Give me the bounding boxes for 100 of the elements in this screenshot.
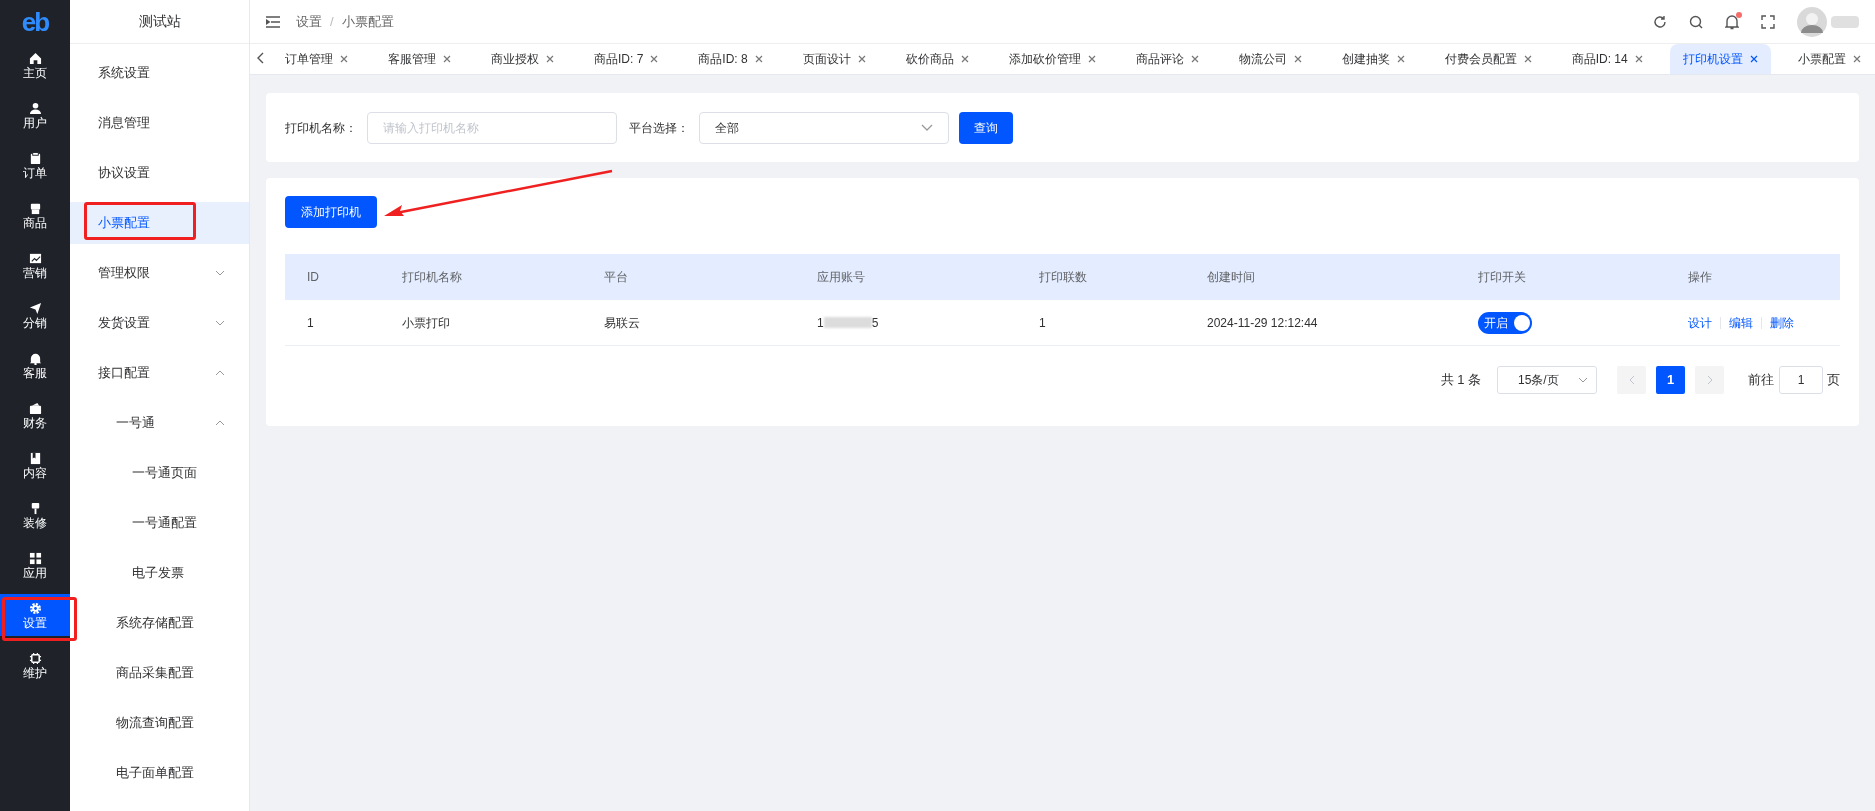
sidebar-item[interactable]: 接口配置 [70, 352, 249, 394]
bell-icon[interactable] [1725, 13, 1739, 30]
breadcrumb-item: 小票配置 [341, 12, 394, 31]
tab[interactable]: 商业授权 [478, 44, 567, 74]
close-icon[interactable] [1523, 55, 1532, 63]
breadcrumb-item[interactable]: 设置 [296, 11, 322, 32]
action-link[interactable]: 设计 [1688, 313, 1712, 332]
sidebar-item[interactable]: 物流查询配置 [70, 702, 249, 744]
chip-icon [28, 651, 42, 665]
shop-icon [28, 201, 42, 215]
nav-item[interactable]: 内容 [0, 444, 70, 486]
table-cell-text: 2024-11-29 12:12:44 [1206, 314, 1319, 332]
sidebar-item[interactable]: 管理权限 [70, 252, 249, 294]
table-cell-text: 1 [817, 314, 824, 332]
tab[interactable]: 商品ID: 7 [581, 44, 672, 74]
platform-select[interactable]: 全部 [699, 111, 949, 144]
close-icon[interactable] [1852, 55, 1861, 63]
tab[interactable]: 页面设计 [789, 44, 879, 74]
query-button[interactable]: 查询 [959, 111, 1013, 144]
nav-item[interactable]: 客服 [0, 344, 70, 386]
sidebar-item[interactable]: 商品采集配置 [70, 652, 249, 694]
sidebar-item[interactable]: 一号通配置 [70, 502, 249, 544]
column-header: 平台 [603, 269, 629, 286]
chevron-down-icon [215, 320, 225, 326]
nav-item[interactable]: 分销 [0, 294, 70, 336]
tab[interactable]: 物流公司 [1225, 44, 1315, 74]
chart-icon [28, 251, 42, 265]
table-cell-text: 5 [871, 314, 879, 332]
nav-item[interactable]: 财务 [0, 394, 70, 436]
avatar[interactable] [1797, 6, 1827, 37]
refresh-icon[interactable] [1653, 14, 1667, 29]
column-header: 打印联数 [1038, 269, 1088, 286]
nav-item[interactable]: 用户 [0, 94, 70, 136]
menu-icon[interactable] [266, 15, 280, 28]
chevron-left-icon[interactable] [256, 52, 266, 64]
close-icon[interactable] [1190, 55, 1199, 63]
tab[interactable]: 打印机设置 [1669, 44, 1771, 74]
tab[interactable]: 砍价商品 [892, 44, 982, 74]
tab[interactable]: 付费会员配置 [1431, 44, 1545, 74]
chevron-up-icon [215, 420, 225, 426]
close-icon[interactable] [546, 55, 554, 63]
close-icon[interactable] [1087, 55, 1096, 63]
chevron-up-icon [215, 370, 225, 376]
wallet-icon [28, 401, 42, 415]
table-cell-text: 1 [1038, 314, 1047, 332]
nav-item[interactable]: 维护 [0, 644, 70, 686]
site-title: 测试站 [70, 0, 249, 44]
add-printer-button[interactable]: 添加打印机 [285, 196, 377, 228]
column-header: ID [306, 269, 320, 286]
sidebar-item[interactable]: 系统存储配置 [70, 602, 249, 644]
action-link[interactable]: 删除 [1770, 313, 1794, 332]
sidebar-item[interactable]: 电子面单配置 [70, 752, 249, 794]
search-icon[interactable] [1689, 14, 1703, 29]
sidebar-item[interactable]: 消息管理 [70, 102, 249, 144]
close-icon[interactable] [650, 55, 659, 63]
tab[interactable]: 订单管理 [272, 44, 361, 74]
fullscreen-icon[interactable] [1761, 14, 1775, 29]
close-icon[interactable] [1396, 55, 1405, 63]
close-icon[interactable] [1634, 55, 1643, 63]
breadcrumb-separator: / [330, 12, 334, 31]
nav-item[interactable]: 主页 [0, 44, 70, 86]
sidebar-item[interactable]: 发货设置 [70, 302, 249, 344]
toggle-switch[interactable]: 开启 [1478, 311, 1532, 334]
nav-item[interactable]: 装修 [0, 494, 70, 536]
table-cell-text: 易联云 [603, 314, 641, 332]
tab[interactable]: 客服管理 [375, 44, 464, 74]
tab[interactable]: 添加砍价管理 [995, 44, 1109, 74]
tab[interactable]: 小票配置 [1784, 44, 1874, 74]
close-icon[interactable] [340, 55, 348, 63]
book-icon [28, 451, 42, 465]
sidebar-item[interactable]: 系统设置 [70, 52, 249, 94]
chevron-right-icon [1706, 375, 1713, 385]
nav-item[interactable]: 营销 [0, 244, 70, 286]
page-number-field[interactable]: 1 [1779, 366, 1823, 394]
close-icon[interactable] [754, 55, 763, 63]
sidebar-item[interactable]: 一号通页面 [70, 452, 249, 494]
action-link[interactable]: 编辑 [1729, 313, 1753, 332]
tab[interactable]: 创建抽奖 [1328, 44, 1418, 74]
nav-item[interactable]: 商品 [0, 194, 70, 236]
sidebar-item[interactable]: 电子发票 [70, 552, 249, 594]
logo: eb [21, 5, 49, 39]
nav-item[interactable]: 应用 [0, 544, 70, 586]
send-icon [28, 301, 42, 315]
sidebar-item[interactable]: 协议设置 [70, 152, 249, 194]
tab[interactable]: 商品ID: 8 [685, 44, 776, 74]
tab[interactable]: 商品评论 [1122, 44, 1212, 74]
page-size-select[interactable]: 15条/页 [1497, 366, 1597, 394]
close-icon[interactable] [1749, 55, 1758, 63]
printer-name-field[interactable]: 请输入打印机名称 [367, 111, 617, 144]
close-icon[interactable] [1293, 55, 1302, 63]
page-button[interactable]: 1 [1656, 366, 1685, 394]
tab[interactable]: 商品ID: 14 [1558, 44, 1656, 74]
chevron-left-icon [1628, 375, 1635, 385]
nav-item[interactable]: 订单 [0, 144, 70, 186]
field-label: 打印机名称： [285, 119, 357, 137]
close-icon[interactable] [960, 55, 969, 63]
sidebar-item[interactable]: 一号通 [70, 402, 249, 444]
close-icon[interactable] [857, 55, 866, 63]
nav-item[interactable]: 设置 [0, 594, 70, 636]
close-icon[interactable] [443, 55, 451, 63]
